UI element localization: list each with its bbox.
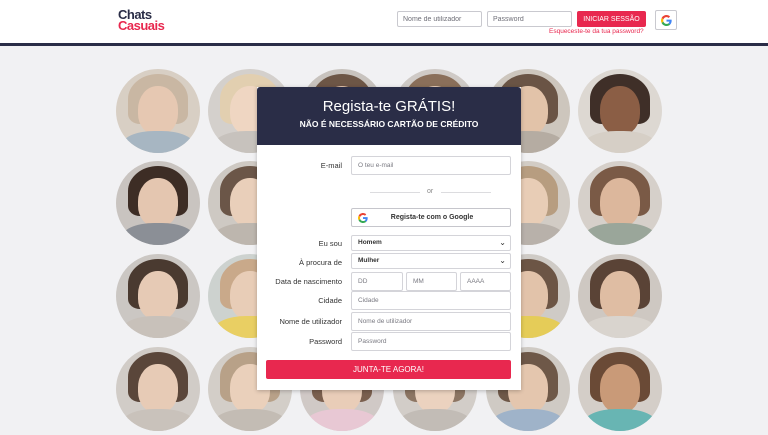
header-divider — [0, 43, 768, 46]
chevron-down-icon: ⌄ — [499, 256, 506, 265]
join-now-button[interactable]: JUNTA-TE AGORA! — [266, 360, 511, 379]
divider-left — [370, 192, 420, 193]
profile-photo — [578, 69, 662, 153]
birth-month-field[interactable] — [406, 272, 457, 291]
password-field[interactable] — [351, 332, 511, 351]
chevron-down-icon: ⌄ — [499, 238, 506, 247]
username-label: Nome de utilizador — [279, 317, 342, 326]
profile-photo — [116, 254, 200, 338]
google-login-button[interactable] — [655, 10, 677, 30]
or-separator: or — [427, 188, 434, 195]
seeking-select[interactable]: Mulher ⌄ — [351, 253, 511, 269]
profile-photo — [578, 347, 662, 431]
city-field[interactable] — [351, 291, 511, 310]
google-icon — [660, 14, 672, 26]
google-signup-label: Regista-te com o Google — [390, 214, 474, 221]
birth-year-field[interactable] — [460, 272, 511, 291]
profile-photo — [116, 69, 200, 153]
username-field[interactable] — [351, 312, 511, 331]
profile-photo — [116, 161, 200, 245]
login-password-input[interactable] — [487, 11, 572, 27]
seeking-value: Mulher — [358, 257, 380, 264]
i-am-value: Homem — [358, 239, 382, 246]
seeking-label: À procura de — [299, 258, 342, 267]
divider-right — [441, 192, 491, 193]
signup-title: Regista-te GRÁTIS! — [322, 98, 456, 115]
profile-photo — [116, 347, 200, 431]
profile-photo — [578, 161, 662, 245]
signup-subtitle: NÃO É NECESSÁRIO CARTÃO DE CRÉDITO — [299, 119, 479, 129]
password-label: Password — [309, 337, 342, 346]
profile-photo — [578, 254, 662, 338]
logo-line-2: Casuais — [118, 18, 165, 33]
email-field[interactable] — [351, 156, 511, 175]
google-signup-button[interactable]: Regista-te com o Google — [351, 208, 511, 227]
forgot-password-link[interactable]: Esqueceste-te da tua password? — [549, 28, 644, 35]
birthdate-label: Data de nascimento — [275, 277, 342, 286]
city-label: Cidade — [318, 296, 342, 305]
signup-panel: Regista-te GRÁTIS! NÃO É NECESSÁRIO CART… — [257, 87, 521, 390]
top-bar — [0, 0, 768, 44]
site-logo[interactable]: Chats Casuais — [118, 8, 165, 33]
i-am-select[interactable]: Homem ⌄ — [351, 235, 511, 251]
birth-day-field[interactable] — [351, 272, 403, 291]
email-label: E-mail — [320, 161, 342, 170]
signup-header: Regista-te GRÁTIS! NÃO É NECESSÁRIO CART… — [257, 87, 521, 145]
i-am-label: Eu sou — [318, 239, 342, 248]
login-username-input[interactable] — [397, 11, 482, 27]
login-button[interactable]: INICIAR SESSÃO — [577, 11, 646, 27]
